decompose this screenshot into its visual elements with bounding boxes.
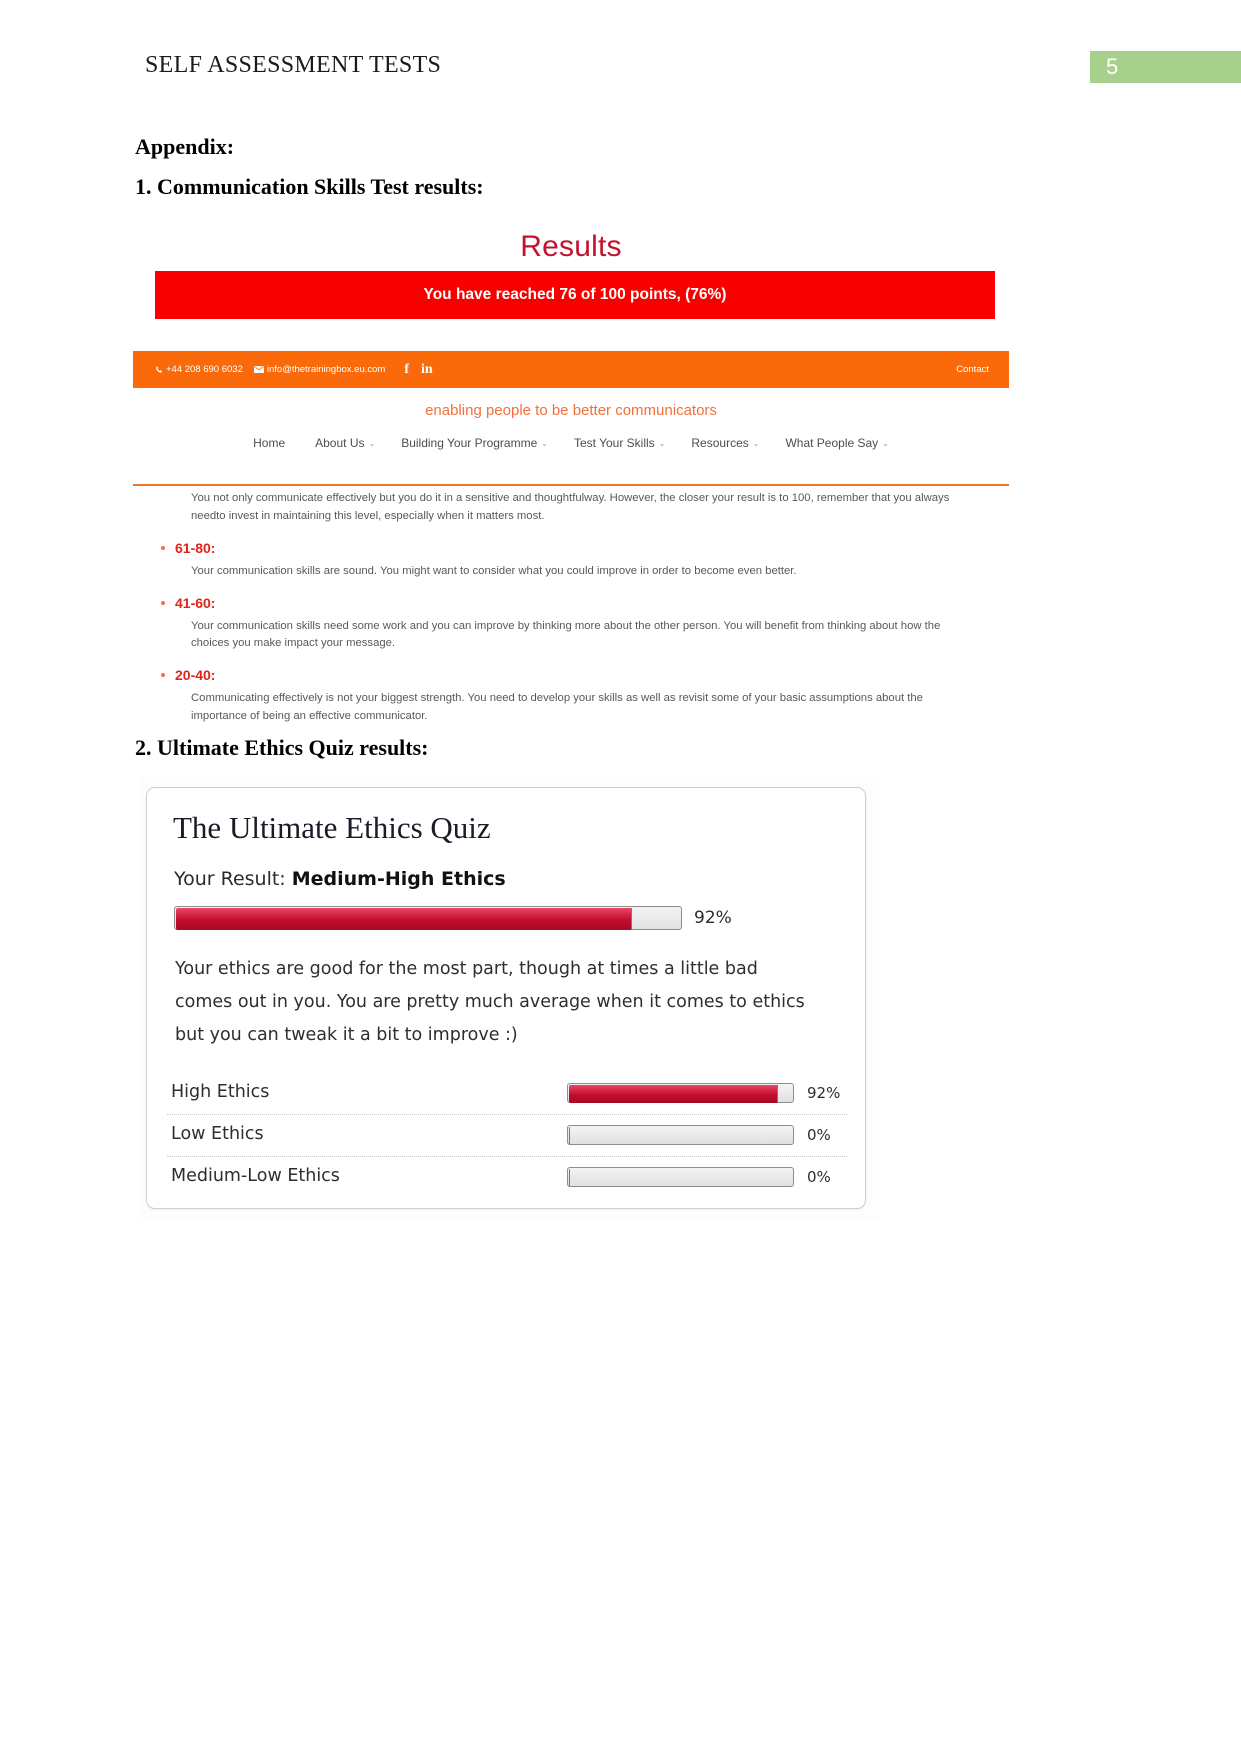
appendix-heading: Appendix: [135, 134, 235, 159]
site-header: enabling people to be better communicato… [133, 388, 1009, 486]
range-label: 41-60: [175, 594, 216, 611]
nav-label: Home [253, 436, 286, 450]
bullet-dot-icon [161, 673, 165, 678]
contact-link[interactable]: Contact [956, 351, 989, 388]
score-banner-text: You have reached 76 of 100 points, (76%) [423, 286, 727, 303]
quiz-description: Your ethics are good for the most part, … [175, 959, 805, 1045]
breakdown-percent: 0% [807, 1168, 831, 1186]
phone-icon [155, 366, 163, 374]
page-number-badge: 5 [1090, 51, 1241, 83]
email-address: info@thetrainingbox.eu.com [266, 364, 386, 375]
main-score-bar-fill [176, 908, 632, 930]
score-range-text-41-60: Your communication skills need some work… [191, 619, 941, 650]
quiz-breakdown-list: High Ethics 92% Low Ethics 0% Medium-Low… [167, 1073, 847, 1198]
score-banner: You have reached 76 of 100 points, (76%) [155, 271, 995, 319]
breakdown-row-high-ethics: High Ethics 92% [167, 1073, 847, 1114]
social-links: f in [404, 362, 433, 377]
nav-label: About Us [315, 436, 365, 450]
nav-item-test-your-skills[interactable]: Test Your Skills ⌄ [574, 436, 665, 450]
results-title: Results [520, 230, 622, 263]
main-score-bar-row: 92% [174, 906, 834, 932]
range-label: 20-40: [175, 667, 216, 684]
phone-contact[interactable]: +44 208 690 6032 [155, 364, 243, 375]
facebook-icon[interactable]: f [404, 362, 409, 377]
section-1-heading: 1. Communication Skills Test results: [135, 174, 484, 199]
communication-test-screenshot: Results You have reached 76 of 100 point… [133, 218, 1009, 722]
breakdown-bar-fill [569, 1169, 570, 1187]
quiz-result-line: Your Result: Medium-High Ethics [174, 868, 506, 890]
bullet-dot-icon [161, 600, 165, 605]
breakdown-row-low-ethics: Low Ethics 0% [167, 1114, 847, 1156]
breakdown-bar-fill [569, 1085, 778, 1103]
site-utility-bar: +44 208 690 6032 info@thetrainingbox.eu.… [133, 351, 1009, 388]
ethics-quiz-card: The Ultimate Ethics Quiz Your Result: Me… [146, 787, 866, 1209]
score-range-text-20-40: Communicating effectively is not your bi… [191, 692, 923, 723]
nav-item-building-your-programme[interactable]: Building Your Programme ⌄ [401, 436, 548, 450]
breakdown-bar-track [567, 1167, 794, 1187]
nav-item-resources[interactable]: Resources ⌄ [691, 436, 759, 450]
document-header: SELF ASSESSMENT TESTS 5 [0, 0, 1241, 100]
nav-item-about-us[interactable]: About Us ⌄ [315, 436, 375, 450]
breakdown-label: Low Ethics [171, 1124, 264, 1144]
email-contact[interactable]: info@thetrainingbox.eu.com [253, 364, 386, 375]
score-range-label-20-40: 20-40: [161, 667, 1009, 684]
site-tagline: enabling people to be better communicato… [425, 402, 717, 419]
breakdown-bar-track [567, 1083, 794, 1103]
phone-number: +44 208 690 6032 [166, 364, 243, 375]
linkedin-icon[interactable]: in [421, 362, 433, 377]
bullet-dot-icon [161, 545, 165, 550]
breakdown-label: Medium-Low Ethics [171, 1166, 340, 1186]
main-score-percent: 92% [694, 908, 732, 928]
breakdown-percent: 92% [807, 1084, 841, 1102]
score-range-label-41-60: 41-60: [161, 594, 1009, 611]
score-range-text-61-80: Your communication skills are sound. You… [191, 564, 797, 577]
chevron-down-icon: ⌄ [541, 438, 548, 448]
page-number-label: 5 [1106, 54, 1119, 79]
breakdown-row-medium-low-ethics: Medium-Low Ethics 0% [167, 1156, 847, 1198]
breakdown-bar-fill [569, 1127, 570, 1145]
site-navigation: Home About Us ⌄ Building Your Programme … [133, 436, 1009, 450]
nav-label: Building Your Programme [401, 436, 538, 450]
chevron-down-icon: ⌄ [752, 438, 760, 448]
quiz-result-prefix: Your Result: [174, 868, 292, 890]
nav-label: Test Your Skills [573, 436, 655, 450]
nav-label: What People Say [785, 436, 879, 450]
range-label: 61-80: [175, 539, 216, 556]
result-body: You not only communicate effectively but… [133, 490, 1009, 726]
score-range-label-61-80: 61-80: [161, 539, 1009, 556]
envelope-icon [253, 366, 264, 373]
result-intro-paragraph: You not only communicate effectively but… [191, 492, 950, 522]
nav-label: Resources [691, 436, 749, 450]
quiz-title: The Ultimate Ethics Quiz [173, 810, 491, 845]
chevron-down-icon: ⌄ [368, 438, 376, 448]
breakdown-percent: 0% [807, 1126, 831, 1144]
quiz-result-value: Medium-High Ethics [291, 868, 506, 890]
nav-item-home[interactable]: Home [253, 436, 289, 450]
breakdown-bar-track [567, 1125, 794, 1145]
main-score-bar-track [174, 906, 682, 930]
chevron-down-icon: ⌄ [882, 438, 889, 448]
nav-item-what-people-say[interactable]: What People Say ⌄ [785, 436, 888, 450]
ethics-quiz-screenshot: The Ultimate Ethics Quiz Your Result: Me… [139, 775, 879, 1220]
chevron-down-icon: ⌄ [658, 438, 666, 448]
section-2-heading: 2. Ultimate Ethics Quiz results: [135, 735, 429, 760]
breakdown-label: High Ethics [171, 1082, 270, 1102]
running-header-title: SELF ASSESSMENT TESTS [145, 52, 442, 78]
utility-bar-contacts: +44 208 690 6032 info@thetrainingbox.eu.… [155, 351, 433, 388]
